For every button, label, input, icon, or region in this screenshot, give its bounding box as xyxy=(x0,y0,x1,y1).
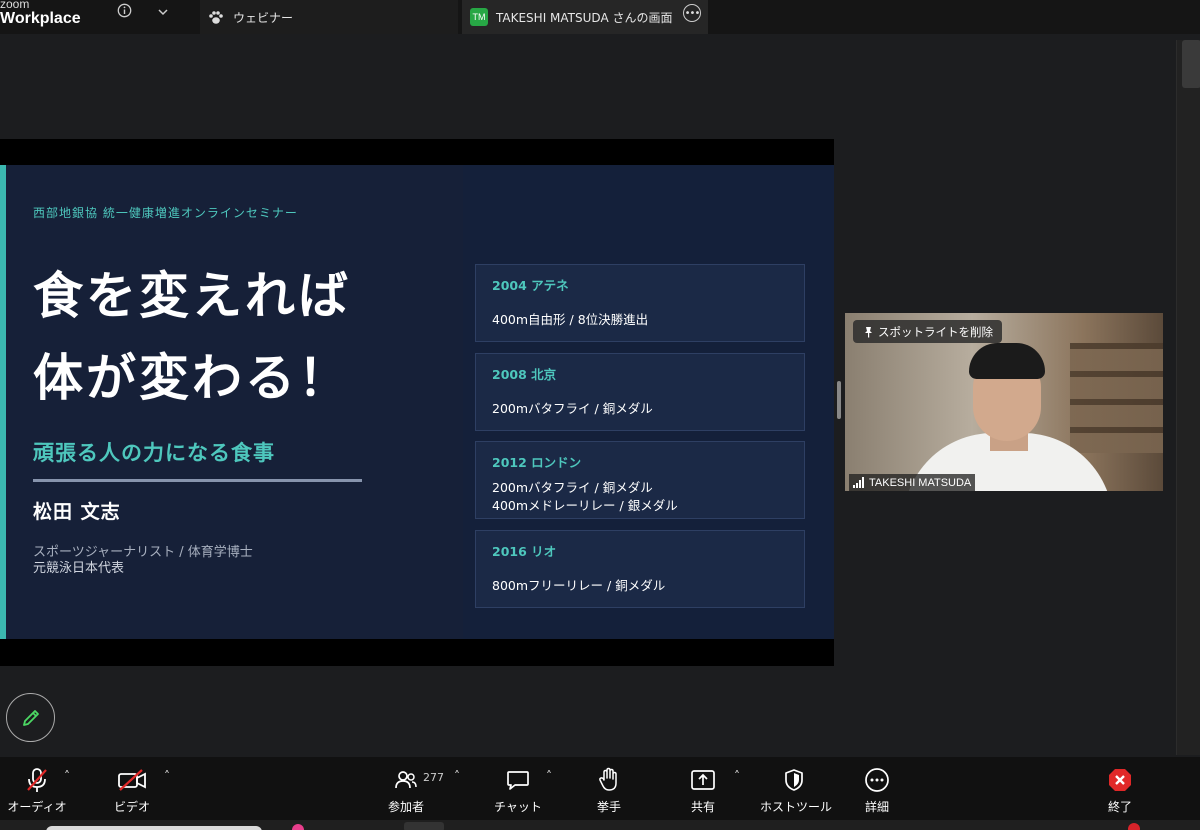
raise-hand-icon xyxy=(586,765,632,795)
taskbar-app-icon[interactable] xyxy=(404,822,444,830)
card-year: 2008 北京 xyxy=(492,367,557,382)
card-result: 200mバタフライ / 銅メダル xyxy=(492,480,653,495)
video-person-hair xyxy=(969,343,1045,379)
more-options-icon[interactable]: ••• xyxy=(683,4,701,22)
info-icon[interactable] xyxy=(117,3,132,22)
host-tools-button[interactable]: ホストツール xyxy=(760,765,833,815)
participants-options-caret-icon[interactable]: ˄ xyxy=(454,769,460,783)
participant-name: TAKESHI MATSUDA xyxy=(869,476,972,489)
share-button[interactable]: 共有 xyxy=(680,765,726,815)
chat-button[interactable]: チャット xyxy=(492,765,544,815)
signal-strength-icon xyxy=(853,477,864,488)
slide-title-line-1: 食を変えれば xyxy=(33,267,351,325)
tab-webinar[interactable]: ウェビナー xyxy=(200,0,458,34)
tab-screen-share-label: TAKESHI MATSUDA さんの画面 xyxy=(496,10,673,25)
annotate-button[interactable] xyxy=(6,693,55,742)
remove-spotlight-button[interactable]: スポットライトを削除 xyxy=(853,320,1002,343)
end-meeting-button[interactable]: 終了 xyxy=(1098,765,1142,815)
chat-label: チャット xyxy=(494,800,542,814)
scrollbar-thumb[interactable] xyxy=(1182,40,1200,88)
app-logo: zoom Workplace xyxy=(0,0,81,27)
participant-avatar-badge: TM xyxy=(470,8,488,26)
card-result: 200mバタフライ / 銅メダル xyxy=(492,401,653,416)
slide-accent-bar xyxy=(0,165,6,639)
video-options-caret-icon[interactable]: ˄ xyxy=(164,769,170,783)
muted-microphone-icon xyxy=(6,765,68,795)
chat-icon xyxy=(492,765,544,795)
taskbar-app-icon[interactable] xyxy=(292,824,304,830)
video-off-icon xyxy=(104,765,160,795)
slide-subtitle: 頑張る人の力になる食事 xyxy=(33,441,275,465)
card-year: 2016 リオ xyxy=(492,544,557,559)
share-options-caret-icon[interactable]: ˄ xyxy=(734,769,740,783)
video-shelf xyxy=(1070,343,1163,453)
slide-title-line-2: 体が変わる！ xyxy=(33,349,351,407)
brand-zoom: zoom xyxy=(0,0,30,11)
video-label: ビデオ xyxy=(113,800,150,814)
more-label: 詳細 xyxy=(864,800,889,814)
pencil-icon xyxy=(20,707,42,729)
brand-workplace: Workplace xyxy=(0,10,81,27)
split-resize-handle[interactable] xyxy=(837,381,841,419)
shield-icon xyxy=(760,765,828,795)
share-label: 共有 xyxy=(690,800,715,814)
right-scrollbar[interactable] xyxy=(1176,40,1200,755)
host-tools-label: ホストツール xyxy=(760,800,833,814)
olympic-card: 2012 ロンドン 200mバタフライ / 銅メダル 400mメドレーリレー /… xyxy=(475,441,805,519)
audio-options-caret-icon[interactable]: ˄ xyxy=(64,769,70,783)
card-year: 2012 ロンドン xyxy=(492,455,582,470)
speaker-career: 元競泳日本代表 xyxy=(33,561,125,576)
notification-badge-icon[interactable] xyxy=(1128,823,1140,830)
olympic-card: 2016 リオ 800mフリーリレー / 銅メダル xyxy=(475,530,805,608)
zoom-window: zoom Workplace ウェビナー TM TAKESHI MATSUDA … xyxy=(0,0,1200,830)
audio-button[interactable]: オーディオ xyxy=(6,765,68,815)
more-button[interactable]: 詳細 xyxy=(854,765,900,815)
speaker-name: 松田 文志 xyxy=(33,501,121,523)
olympic-card: 2004 アテネ 400m自由形 / 8位決勝進出 xyxy=(475,264,805,342)
paw-icon xyxy=(208,10,224,25)
tab-webinar-label: ウェビナー xyxy=(233,10,294,25)
divider xyxy=(33,479,362,482)
taskbar-tab[interactable] xyxy=(46,826,262,830)
tab-screen-share[interactable]: TM TAKESHI MATSUDA さんの画面 xyxy=(462,0,708,34)
olympic-card: 2008 北京 200mバタフライ / 銅メダル xyxy=(475,353,805,431)
card-result: 800mフリーリレー / 銅メダル xyxy=(492,578,666,593)
chevron-down-icon[interactable] xyxy=(157,5,169,21)
raise-hand-label: 挙手 xyxy=(596,800,621,814)
seminar-series-title: 西部地銀協 統一健康増進オンラインセミナー xyxy=(33,206,298,220)
raise-hand-button[interactable]: 挙手 xyxy=(586,765,632,815)
chat-options-caret-icon[interactable]: ˄ xyxy=(546,769,552,783)
end-label: 終了 xyxy=(1107,800,1132,814)
audio-label: オーディオ xyxy=(7,800,67,814)
card-result: 400m自由形 / 8位決勝進出 xyxy=(492,312,649,327)
top-bar: zoom Workplace ウェビナー TM TAKESHI MATSUDA … xyxy=(0,0,1200,34)
participant-name-tag: TAKESHI MATSUDA xyxy=(849,474,976,491)
card-year: 2004 アテネ xyxy=(492,278,569,293)
more-icon xyxy=(854,765,900,795)
end-icon xyxy=(1098,765,1142,795)
remove-spotlight-label: スポットライトを削除 xyxy=(878,324,993,339)
share-screen-icon xyxy=(680,765,726,795)
shared-screen: 西部地銀協 統一健康増進オンラインセミナー 食を変えれば 体が変わる！ 頑張る人… xyxy=(0,139,834,666)
card-result: 400mメドレーリレー / 銀メダル xyxy=(492,498,678,513)
pin-icon xyxy=(863,326,874,338)
participants-count: 277 xyxy=(423,771,444,784)
participants-label: 参加者 xyxy=(387,800,424,814)
video-button[interactable]: ビデオ xyxy=(104,765,160,815)
slide-title: 食を変えれば 体が変わる！ xyxy=(33,255,453,419)
